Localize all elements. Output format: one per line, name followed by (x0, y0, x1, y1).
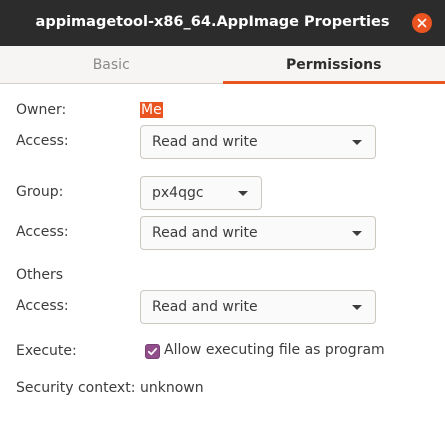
tab-permissions[interactable]: Permissions (222, 46, 445, 84)
window-title: appimagetool-x86_64.AppImage Properties (35, 14, 390, 30)
chevron-down-icon (352, 140, 362, 145)
execute-label: Execute: (16, 343, 77, 359)
owner-access-value: Read and write (152, 134, 258, 150)
owner-value[interactable]: Me (140, 102, 163, 118)
others-access-dropdown[interactable]: Read and write (140, 290, 376, 324)
chevron-down-icon (352, 231, 362, 236)
group-access-dropdown[interactable]: Read and write (140, 216, 376, 250)
close-icon (417, 18, 427, 28)
execute-checkbox-label[interactable]: Allow executing file as program (164, 342, 385, 358)
checkmark-icon (147, 347, 158, 356)
others-label: Others (16, 267, 64, 283)
group-dropdown[interactable]: px4qgc (140, 176, 262, 210)
tab-bar: Basic Permissions (0, 46, 445, 84)
group-access-label: Access: (16, 224, 69, 240)
group-label: Group: (16, 184, 64, 200)
owner-access-label: Access: (16, 133, 69, 149)
tab-basic[interactable]: Basic (0, 46, 223, 83)
title-bar: appimagetool-x86_64.AppImage Properties (0, 0, 445, 46)
close-button[interactable] (412, 13, 432, 33)
security-context-label: Security context: (16, 380, 136, 396)
owner-value-wrap: Me (140, 102, 163, 118)
execute-checkbox[interactable] (145, 344, 160, 359)
chevron-down-icon (238, 191, 248, 196)
security-context-value: unknown (140, 380, 204, 396)
others-access-label: Access: (16, 298, 69, 314)
chevron-down-icon (352, 305, 362, 310)
owner-label: Owner: (16, 102, 67, 118)
group-access-value: Read and write (152, 225, 258, 241)
group-value: px4qgc (152, 185, 204, 201)
owner-access-dropdown[interactable]: Read and write (140, 125, 376, 159)
others-access-value: Read and write (152, 299, 258, 315)
